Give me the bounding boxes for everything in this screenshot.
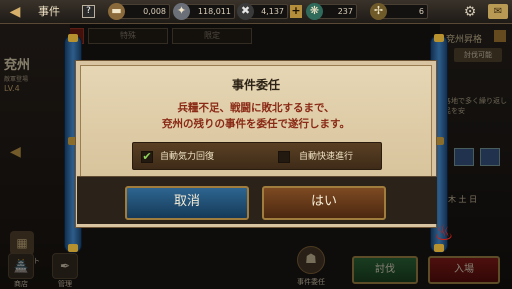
mail-icon[interactable]: ✉: [488, 4, 508, 19]
help-button[interactable]: ?: [82, 5, 95, 18]
coin-icon: ✦: [173, 3, 190, 20]
auto-recover-label[interactable]: 自動気力回復: [160, 151, 214, 163]
confirm-button[interactable]: はい: [262, 186, 386, 220]
dialog-title: 事件委任: [231, 78, 280, 92]
gear-icon[interactable]: ⚙: [461, 3, 479, 21]
auto-recover-checkbox[interactable]: ✔: [141, 151, 153, 163]
scroll-knob: [68, 34, 78, 42]
auto-fast-label[interactable]: 自動快速進行: [299, 151, 353, 163]
cancel-button[interactable]: 取消: [125, 186, 249, 220]
dialog-body: 事件委任 兵糧不足、戦闘に敗北するまで、 兗州の残りの事件を委任で遂行します。 …: [77, 65, 437, 224]
gem-icon: ✖: [237, 3, 254, 20]
bird-icon: ✢: [370, 3, 387, 20]
auto-fast-checkbox[interactable]: [278, 151, 290, 163]
rice-bag-icon: ▬: [108, 3, 125, 20]
scroll-knob: [434, 34, 444, 42]
top-bar: ◀ 事件 ? 0,008 ▬ 118,011 ✦ 4,137 ✖ + 237 ❋…: [0, 0, 512, 24]
dialog-button-row: 取消 はい: [77, 176, 437, 224]
jade-icon: ❋: [306, 3, 323, 20]
add-gem-button[interactable]: +: [290, 5, 302, 18]
dialog-message-line2: 兗州の残りの事件を委任で遂行します。: [162, 118, 350, 130]
dialog-message-line1: 兵糧不足、戦闘に敗北するまで、: [177, 102, 335, 114]
delegate-dialog: 事件委任 兵糧不足、戦闘に敗北するまで、 兗州の残りの事件を委任で遂行します。 …: [75, 60, 437, 228]
scroll-knob: [68, 244, 78, 252]
back-arrow-icon[interactable]: ◀: [4, 3, 26, 21]
screen-title: 事件: [38, 5, 60, 18]
options-bar: ✔ 自動気力回復 自動快速進行: [132, 142, 382, 170]
